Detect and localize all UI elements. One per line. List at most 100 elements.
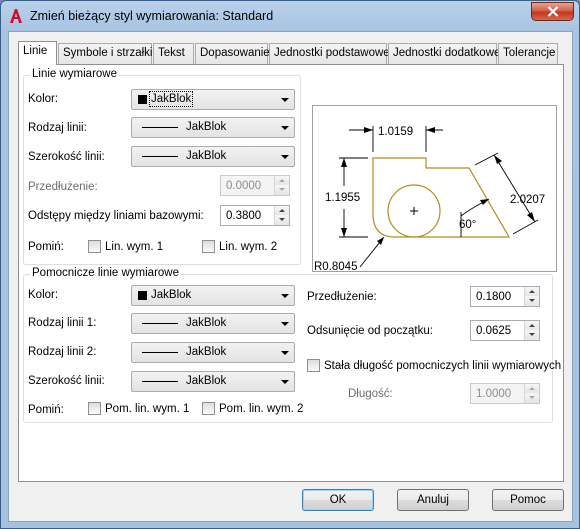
offset-origin-spinner[interactable] xyxy=(470,320,540,341)
autocad-logo-icon xyxy=(10,9,22,23)
ext-color-dropdown[interactable]: JakBlok xyxy=(131,285,295,306)
offset-origin-input[interactable] xyxy=(471,321,523,340)
ext-linetype1-dropdown[interactable]: JakBlok xyxy=(131,313,295,334)
line-sample xyxy=(142,127,178,128)
tab-label: Linie xyxy=(23,45,48,57)
close-icon xyxy=(547,6,558,17)
checkbox-box[interactable] xyxy=(202,240,215,253)
checkbox-box[interactable] xyxy=(88,240,101,253)
spin-down-icon[interactable] xyxy=(524,296,539,306)
dialog-window: Zmień bieżący styl wymiarowania: Standar… xyxy=(0,0,580,529)
ok-button[interactable]: OK xyxy=(302,489,374,511)
preview-radius-dimension: R0.8045 xyxy=(314,261,357,271)
spin-down-icon[interactable] xyxy=(274,215,289,225)
chevron-down-icon xyxy=(281,126,289,130)
tab-label: Jednostki podstawowe xyxy=(274,47,390,59)
dimension-preview: 1.0159 1.1955 2.0207 60° R0.8045 xyxy=(312,105,557,273)
preview-drawing: 1.0159 1.1955 2.0207 60° R0.8045 xyxy=(314,126,545,273)
suppress-dimline2-checkbox[interactable]: Lin. wym. 2 xyxy=(202,240,277,253)
extend-beyond-label: Przedłużenie: xyxy=(307,291,377,303)
checkbox-label: Pom. lin. wym. 2 xyxy=(219,402,304,415)
chevron-down-icon xyxy=(281,155,289,159)
ext-linetype2-value: JakBlok xyxy=(186,346,227,358)
tab-jednostki-dodatkowe[interactable]: Jednostki dodatkowe xyxy=(388,43,501,64)
preview-top-dimension: 1.0159 xyxy=(378,126,413,138)
checkbox-box[interactable] xyxy=(202,402,215,415)
linetype-dropdown[interactable]: JakBlok xyxy=(131,117,295,138)
color-swatch xyxy=(138,95,147,104)
baseline-spacing-label: Odstępy między liniami bazowymi: xyxy=(28,210,204,222)
ext-linetype1-label: Rodzaj linii 1: xyxy=(28,317,97,329)
line-sample xyxy=(142,323,178,324)
line-sample xyxy=(142,156,178,157)
tab-label: Tolerancje xyxy=(503,47,556,59)
ext-color-value: JakBlok xyxy=(151,289,192,301)
color-swatch xyxy=(138,291,147,300)
ext-lineweight-dropdown[interactable]: JakBlok xyxy=(131,371,295,392)
group-title: Pomocnicze linie wymiarowe xyxy=(30,267,181,279)
tab-linie[interactable]: Linie xyxy=(18,41,57,65)
ext-suppress-label: Pomiń: xyxy=(28,404,64,416)
offset-origin-label: Odsunięcie od początku: xyxy=(307,325,433,337)
linetype-label: Rodzaj linii: xyxy=(28,122,87,134)
extension-spinner[interactable] xyxy=(220,175,290,196)
linetype-value: JakBlok xyxy=(186,121,227,133)
cancel-button[interactable]: Anuluj xyxy=(397,489,469,511)
length-input[interactable] xyxy=(471,384,523,403)
group-dimension-lines: Linie wymiarowe Kolor: JakBlok Rodzaj li… xyxy=(23,68,301,265)
suppress-label: Pomiń: xyxy=(28,241,64,253)
checkbox-label: Stała długość pomocniczych linii wymiaro… xyxy=(324,359,562,372)
ext-linetype2-label: Rodzaj linii 2: xyxy=(28,346,97,358)
extension-label: Przedłużenie: xyxy=(28,181,98,193)
close-button[interactable] xyxy=(531,2,574,21)
spin-down-icon[interactable] xyxy=(524,330,539,340)
chevron-down-icon xyxy=(281,380,289,384)
extension-input[interactable] xyxy=(221,176,273,195)
chevron-down-icon xyxy=(281,98,289,102)
checkbox-box[interactable] xyxy=(307,359,320,372)
spin-down-icon[interactable] xyxy=(524,393,539,403)
extend-beyond-spinner[interactable] xyxy=(470,286,540,307)
chevron-down-icon xyxy=(281,351,289,355)
ext-color-label: Kolor: xyxy=(28,289,59,301)
ext-lineweight-label: Szerokość linii: xyxy=(28,375,105,387)
preview-right-dimension: 2.0207 xyxy=(510,194,545,206)
dialog-client-area: Linie Symbole i strzałki Tekst Dopasowan… xyxy=(8,31,573,522)
extend-beyond-input[interactable] xyxy=(471,287,523,306)
color-label: Kolor: xyxy=(28,93,59,105)
checkbox-label: Lin. wym. 1 xyxy=(105,240,164,253)
line-sample xyxy=(142,352,178,353)
baseline-spacing-input[interactable] xyxy=(221,206,273,225)
checkbox-label: Lin. wym. 2 xyxy=(219,240,278,253)
length-label: Długość: xyxy=(348,388,393,400)
tab-label: Tekst xyxy=(158,47,185,59)
tab-label: Jednostki dodatkowe xyxy=(393,47,501,59)
lineweight-value: JakBlok xyxy=(186,150,227,162)
checkbox-box[interactable] xyxy=(88,402,101,415)
window-title: Zmień bieżący styl wymiarowania: Standar… xyxy=(30,9,274,23)
tab-dopasowanie[interactable]: Dopasowanie xyxy=(195,43,270,64)
ext-linetype1-value: JakBlok xyxy=(186,317,227,329)
ext-lineweight-value: JakBlok xyxy=(186,375,227,387)
preview-angle-dimension: 60° xyxy=(459,219,476,231)
suppress-extline1-checkbox[interactable]: Pom. lin. wym. 1 xyxy=(88,402,189,415)
title-bar[interactable]: Zmień bieżący styl wymiarowania: Standar… xyxy=(1,1,579,31)
checkbox-label: Pom. lin. wym. 1 xyxy=(105,402,190,415)
tab-symbole-i-strzalki[interactable]: Symbole i strzałki xyxy=(58,43,152,64)
suppress-dimline1-checkbox[interactable]: Lin. wym. 1 xyxy=(88,240,163,253)
tab-label: Dopasowanie xyxy=(200,47,270,59)
help-button[interactable]: Pomoc xyxy=(492,489,564,511)
length-spinner[interactable] xyxy=(470,383,540,404)
color-dropdown[interactable]: JakBlok xyxy=(131,89,295,110)
ext-linetype2-dropdown[interactable]: JakBlok xyxy=(131,342,295,363)
tab-jednostki-podstawowe[interactable]: Jednostki podstawowe xyxy=(269,43,390,64)
tab-tolerancje[interactable]: Tolerancje xyxy=(498,43,558,64)
lineweight-dropdown[interactable]: JakBlok xyxy=(131,146,295,167)
spin-down-icon[interactable] xyxy=(274,185,289,195)
tab-tekst[interactable]: Tekst xyxy=(153,43,194,64)
chevron-down-icon xyxy=(281,322,289,326)
baseline-spacing-spinner[interactable] xyxy=(220,205,290,226)
group-extension-lines: Pomocnicze linie wymiarowe Kolor: JakBlo… xyxy=(23,267,561,423)
fixed-length-checkbox[interactable]: Stała długość pomocniczych linii wymiaro… xyxy=(307,359,561,372)
suppress-extline2-checkbox[interactable]: Pom. lin. wym. 2 xyxy=(202,402,303,415)
